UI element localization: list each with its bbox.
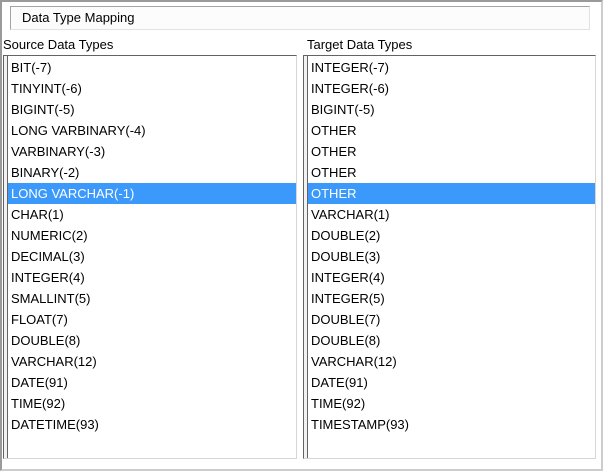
list-item[interactable]: TIME(92) [8,393,296,414]
list-item[interactable]: TIME(92) [308,393,595,414]
target-data-types-list[interactable]: INTEGER(-7)INTEGER(-6)BIGINT(-5)OTHEROTH… [303,55,596,459]
list-item[interactable]: BIGINT(-5) [8,99,296,120]
list-item[interactable]: TINYINT(-6) [8,78,296,99]
list-item[interactable]: VARCHAR(12) [8,351,296,372]
list-item[interactable]: LONG VARCHAR(-1) [8,183,296,204]
list-item[interactable]: OTHER [308,183,595,204]
list-item[interactable]: DATETIME(93) [8,414,296,435]
list-item[interactable]: NUMERIC(2) [8,225,296,246]
source-list-label: Source Data Types [3,37,113,52]
list-item[interactable]: BINARY(-2) [8,162,296,183]
source-list-body: BIT(-7)TINYINT(-6)BIGINT(-5)LONG VARBINA… [8,56,296,458]
list-item[interactable]: INTEGER(-7) [308,57,595,78]
list-item[interactable]: CHAR(1) [8,204,296,225]
list-item[interactable]: OTHER [308,120,595,141]
list-item[interactable]: VARCHAR(12) [308,351,595,372]
list-item[interactable]: DOUBLE(7) [308,309,595,330]
list-item[interactable]: INTEGER(-6) [308,78,595,99]
list-item[interactable]: DECIMAL(3) [8,246,296,267]
target-list-body: INTEGER(-7)INTEGER(-6)BIGINT(-5)OTHEROTH… [308,56,595,458]
list-item[interactable]: DOUBLE(8) [308,330,595,351]
list-item[interactable]: SMALLINT(5) [8,288,296,309]
list-item[interactable]: DOUBLE(3) [308,246,595,267]
list-item[interactable]: BIGINT(-5) [308,99,595,120]
list-item[interactable]: OTHER [308,162,595,183]
list-item[interactable]: LONG VARBINARY(-4) [8,120,296,141]
list-item[interactable]: BIT(-7) [8,57,296,78]
list-item[interactable]: VARCHAR(1) [308,204,595,225]
list-item[interactable]: TIMESTAMP(93) [308,414,595,435]
list-item[interactable]: VARBINARY(-3) [8,141,296,162]
list-item[interactable]: INTEGER(4) [308,267,595,288]
dialog-title-field: Data Type Mapping [10,6,590,30]
list-item[interactable]: FLOAT(7) [8,309,296,330]
target-list-label: Target Data Types [307,37,412,52]
list-item[interactable]: INTEGER(5) [308,288,595,309]
source-data-types-list[interactable]: BIT(-7)TINYINT(-6)BIGINT(-5)LONG VARBINA… [3,55,297,459]
list-item[interactable]: DATE(91) [308,372,595,393]
list-item[interactable]: DOUBLE(8) [8,330,296,351]
list-item[interactable]: DATE(91) [8,372,296,393]
list-item[interactable]: OTHER [308,141,595,162]
data-type-mapping-dialog: Data Type Mapping Source Data Types Targ… [0,0,603,471]
list-item[interactable]: INTEGER(4) [8,267,296,288]
list-item[interactable]: DOUBLE(2) [308,225,595,246]
